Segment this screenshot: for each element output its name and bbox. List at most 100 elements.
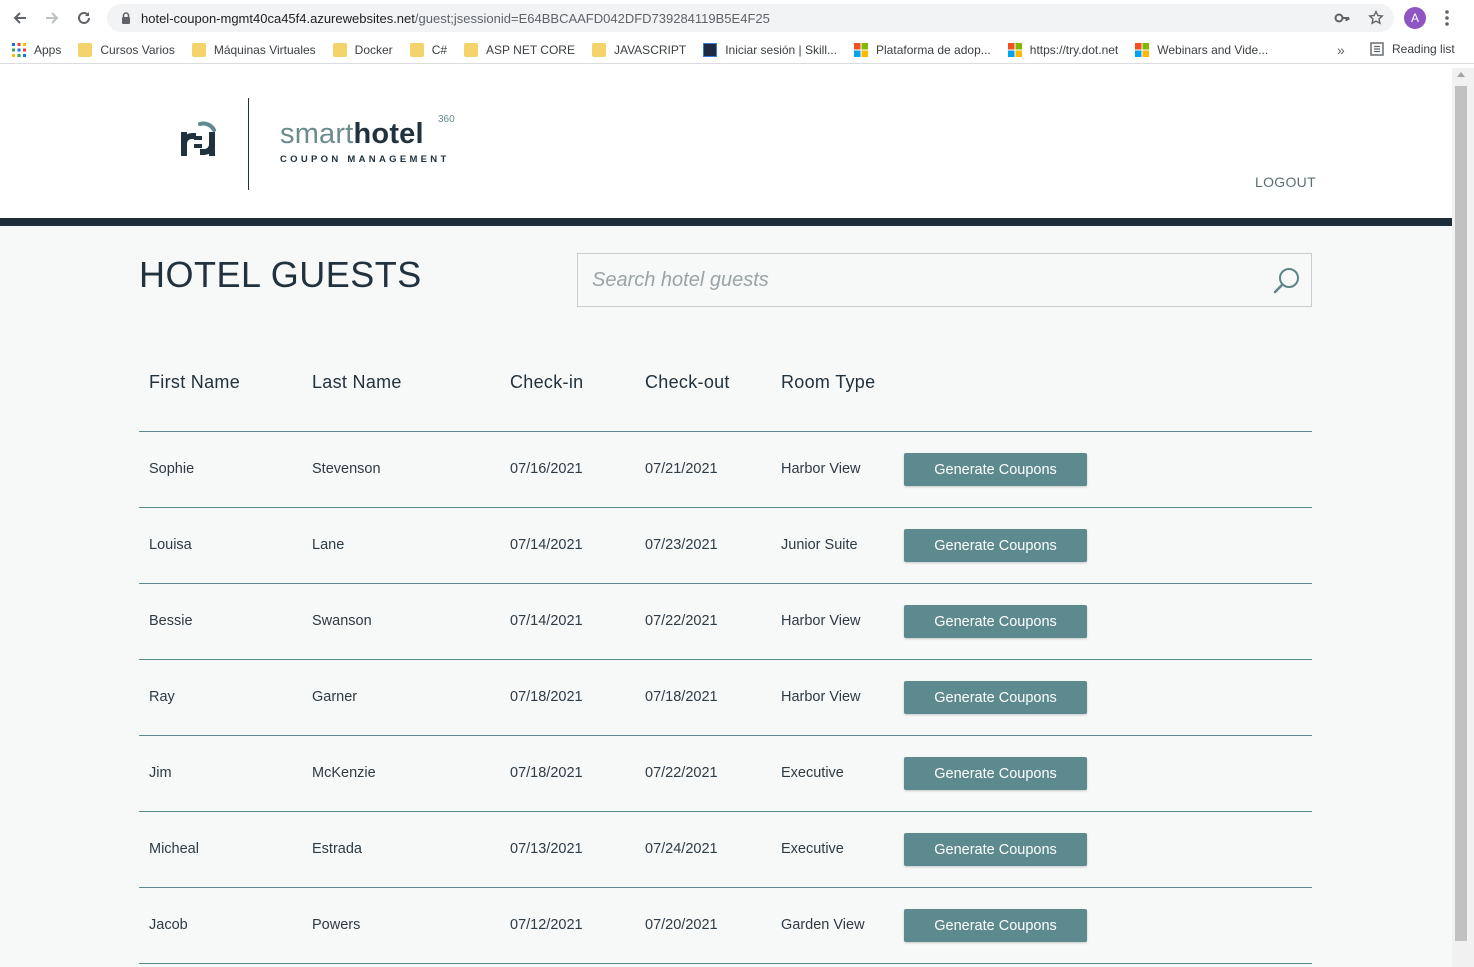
cell-check-in: 07/18/2021 (510, 765, 583, 781)
cell-check-out: 07/24/2021 (645, 841, 718, 857)
bookmark-asp-net-core[interactable]: ASP NET CORE (464, 42, 575, 57)
cell-last-name: McKenzie (312, 765, 376, 781)
cell-first-name: Jim (149, 765, 172, 781)
brand-360: 360 (438, 114, 455, 125)
forward-arrow-icon[interactable] (36, 2, 68, 34)
table-header: First Name Last Name Check-in Check-out … (139, 368, 1312, 432)
column-header-last-name: Last Name (312, 372, 402, 392)
microsoft-icon (1135, 42, 1150, 57)
cell-last-name: Stevenson (312, 461, 381, 477)
cell-check-in: 07/12/2021 (510, 917, 583, 933)
generate-coupons-button[interactable]: Generate Coupons (904, 757, 1087, 790)
cell-check-in: 07/14/2021 (510, 537, 583, 553)
generate-coupons-button[interactable]: Generate Coupons (904, 605, 1087, 638)
bookmark-maquinas-virtuales[interactable]: Máquinas Virtuales (191, 42, 316, 57)
cell-last-name: Lane (312, 537, 345, 553)
address-bar[interactable]: hotel-coupon-mgmt40ca45f4.azurewebsites.… (107, 4, 1394, 32)
cell-room-type: Harbor View (781, 689, 861, 705)
cell-first-name: Jacob (149, 917, 188, 933)
url-text: hotel-coupon-mgmt40ca45f4.azurewebsites.… (141, 10, 770, 26)
cell-check-out: 07/20/2021 (645, 917, 718, 933)
cell-room-type: Executive (781, 765, 844, 781)
cell-check-out: 07/18/2021 (645, 689, 718, 705)
profile-avatar[interactable]: A (1404, 7, 1426, 29)
cell-room-type: Executive (781, 841, 844, 857)
skillsoft-icon (703, 42, 718, 57)
bookmark-javascript[interactable]: JAVASCRIPT (591, 42, 686, 57)
cell-check-in: 07/13/2021 (510, 841, 583, 857)
table-row: Bessie Swanson 07/14/2021 07/22/2021 Har… (139, 584, 1312, 660)
smarthotel-logo-icon (181, 121, 216, 156)
column-header-check-out: Check-out (645, 372, 730, 392)
reload-icon[interactable] (68, 2, 100, 34)
cell-check-out: 07/22/2021 (645, 765, 718, 781)
back-arrow-icon[interactable] (4, 2, 36, 34)
column-header-first-name: First Name (149, 372, 241, 392)
bookmark-apps[interactable]: Apps (12, 42, 61, 57)
logout-link[interactable]: LOGOUT (1255, 174, 1316, 190)
cell-first-name: Ray (149, 689, 175, 705)
generate-coupons-button[interactable]: Generate Coupons (904, 909, 1087, 942)
folder-icon (591, 42, 606, 57)
cell-last-name: Estrada (312, 841, 362, 857)
cell-room-type: Harbor View (781, 461, 861, 477)
table-row: Sophie Stevenson 07/16/2021 07/21/2021 H… (139, 432, 1312, 508)
column-header-check-in: Check-in (510, 372, 584, 392)
search-input[interactable] (578, 254, 1258, 306)
cell-last-name: Powers (312, 917, 361, 933)
generate-coupons-button[interactable]: Generate Coupons (904, 453, 1087, 486)
bookmark-csharp[interactable]: C# (409, 42, 447, 57)
bookmarks-overflow-chevron-icon[interactable]: » (1337, 42, 1345, 58)
bookmark-docker[interactable]: Docker (332, 42, 393, 57)
scrollbar-thumb[interactable] (1455, 86, 1467, 941)
star-icon[interactable] (1368, 10, 1384, 26)
table-row: Micheal Estrada 07/13/2021 07/24/2021 Ex… (139, 812, 1312, 888)
bookmark-cursos-varios[interactable]: Cursos Varios (78, 42, 175, 57)
scroll-up-arrow-icon[interactable] (1457, 72, 1465, 77)
lock-icon (122, 12, 130, 24)
bookmark-skillsoft[interactable]: Iniciar sesión | Skill... (703, 42, 837, 57)
cell-check-out: 07/21/2021 (645, 461, 718, 477)
page-viewport: smarthotel 360 COUPON MANAGEMENT LOGOUT … (0, 68, 1452, 967)
browser-toolbar: hotel-coupon-mgmt40ca45f4.azurewebsites.… (0, 0, 1474, 36)
folder-icon (409, 42, 424, 57)
cell-first-name: Bessie (149, 613, 193, 629)
search-icon[interactable] (1272, 266, 1302, 296)
reading-list-button[interactable]: Reading list (1370, 42, 1455, 56)
table-row: Ray Garner 07/18/2021 07/18/2021 Harbor … (139, 660, 1312, 736)
brand-subtitle: COUPON MANAGEMENT (280, 154, 450, 165)
brand-name: smarthotel (280, 118, 424, 150)
cell-first-name: Micheal (149, 841, 199, 857)
key-icon[interactable] (1334, 10, 1350, 26)
bookmarks-bar: Apps Cursos Varios Máquinas Virtuales Do… (0, 36, 1474, 64)
cell-first-name: Louisa (149, 537, 192, 553)
cell-room-type: Junior Suite (781, 537, 858, 553)
generate-coupons-button[interactable]: Generate Coupons (904, 529, 1087, 562)
logo-divider (248, 98, 249, 190)
table-row: Louisa Lane 07/14/2021 07/23/2021 Junior… (139, 508, 1312, 584)
header-divider-bar (0, 218, 1452, 226)
cell-room-type: Garden View (781, 917, 865, 933)
cell-last-name: Swanson (312, 613, 372, 629)
cell-first-name: Sophie (149, 461, 195, 477)
bookmark-webinars[interactable]: Webinars and Vide... (1135, 42, 1268, 57)
cell-check-out: 07/22/2021 (645, 613, 718, 629)
apps-grid-icon (12, 42, 26, 57)
cell-check-in: 07/16/2021 (510, 461, 583, 477)
more-menu-icon[interactable] (1440, 9, 1454, 27)
cell-last-name: Garner (312, 689, 358, 705)
generate-coupons-button[interactable]: Generate Coupons (904, 681, 1087, 714)
microsoft-icon (1007, 42, 1022, 57)
site-header: smarthotel 360 COUPON MANAGEMENT LOGOUT (0, 68, 1452, 218)
cell-check-out: 07/23/2021 (645, 537, 718, 553)
cell-check-in: 07/18/2021 (510, 689, 583, 705)
generate-coupons-button[interactable]: Generate Coupons (904, 833, 1087, 866)
cell-check-in: 07/14/2021 (510, 613, 583, 629)
table-row: Jim McKenzie 07/18/2021 07/22/2021 Execu… (139, 736, 1312, 812)
page-title: HOTEL GUESTS (139, 254, 422, 295)
bookmark-try-dotnet[interactable]: https://try.dot.net (1007, 42, 1118, 57)
bookmark-plataforma[interactable]: Plataforma de adop... (854, 42, 991, 57)
folder-icon (78, 42, 93, 57)
microsoft-icon (854, 42, 869, 57)
folder-icon (464, 42, 479, 57)
